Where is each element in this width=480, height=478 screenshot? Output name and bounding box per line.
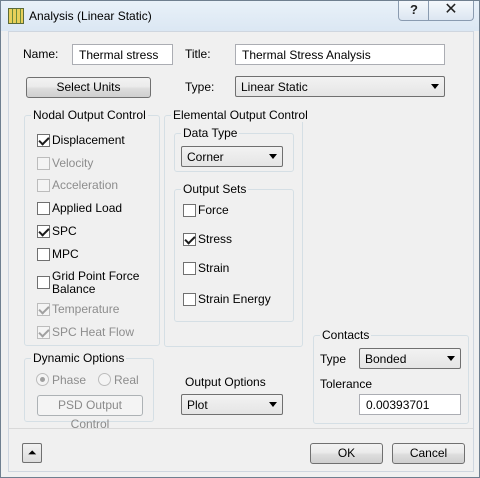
close-button[interactable]: ✕ bbox=[428, 1, 474, 21]
cancel-button[interactable]: Cancel bbox=[392, 443, 465, 464]
chevron-down-icon bbox=[269, 154, 277, 159]
ok-button[interactable]: OK bbox=[310, 443, 383, 464]
displacement-checkbox[interactable] bbox=[37, 134, 50, 147]
contacts-type-dropdown[interactable]: Bonded bbox=[359, 348, 461, 369]
tolerance-label: Tolerance bbox=[320, 377, 373, 391]
contacts-type-label: Type bbox=[320, 352, 347, 366]
title-field[interactable]: Thermal Stress Analysis bbox=[235, 44, 445, 65]
acceleration-checkbox[interactable] bbox=[37, 179, 50, 192]
contacts-label: Contacts bbox=[320, 328, 372, 342]
footer-divider bbox=[9, 428, 473, 429]
output-options-label: Output Options bbox=[185, 375, 266, 389]
force-label: Force bbox=[198, 203, 229, 217]
name-field[interactable]: Thermal stress bbox=[72, 44, 173, 65]
app-icon bbox=[8, 8, 24, 24]
spc-heat-flow-label: SPC Heat Flow bbox=[52, 325, 135, 339]
stress-checkbox[interactable] bbox=[183, 233, 196, 246]
name-label: Name: bbox=[23, 47, 59, 61]
phase-label: Phase bbox=[52, 373, 87, 387]
help-button[interactable]: ? bbox=[398, 1, 430, 21]
grid-point-force-label-line2: Balance bbox=[52, 282, 96, 296]
data-type-label: Data Type bbox=[181, 126, 240, 140]
velocity-label: Velocity bbox=[52, 156, 94, 170]
strain-energy-checkbox[interactable] bbox=[183, 293, 196, 306]
applied-load-label: Applied Load bbox=[52, 201, 123, 215]
real-radio[interactable] bbox=[98, 373, 111, 386]
tolerance-field[interactable]: 0.00393701 bbox=[359, 394, 461, 415]
force-checkbox[interactable] bbox=[183, 204, 196, 217]
displacement-label: Displacement bbox=[52, 133, 125, 147]
applied-load-checkbox[interactable] bbox=[37, 202, 50, 215]
output-sets-label: Output Sets bbox=[181, 182, 249, 196]
data-type-dropdown[interactable]: Corner bbox=[181, 146, 283, 167]
velocity-checkbox[interactable] bbox=[37, 157, 50, 170]
grid-point-force-balance-checkbox[interactable] bbox=[37, 276, 50, 289]
mpc-label: MPC bbox=[52, 247, 79, 261]
double-chevron-up-icon[interactable]: ⏶ bbox=[22, 443, 42, 463]
chevron-down-icon bbox=[431, 84, 439, 89]
stress-label: Stress bbox=[198, 232, 233, 246]
analysis-dialog: Analysis (Linear Static) ? ✕ Name: Therm… bbox=[0, 0, 480, 478]
window-title: Analysis (Linear Static) bbox=[29, 9, 152, 23]
grid-point-force-label-line1: Grid Point Force bbox=[52, 269, 140, 283]
select-units-button[interactable]: Select Units bbox=[26, 77, 151, 98]
dialog-body: Name: Thermal stress Title: Thermal Stre… bbox=[8, 31, 474, 472]
elemental-output-control-label: Elemental Output Control bbox=[171, 108, 310, 122]
chevron-down-icon bbox=[269, 402, 277, 407]
strain-energy-label: Strain Energy bbox=[198, 292, 271, 306]
output-options-dropdown[interactable]: Plot bbox=[181, 394, 283, 415]
real-label: Real bbox=[114, 373, 139, 387]
chevron-down-icon bbox=[447, 356, 455, 361]
strain-label: Strain bbox=[198, 261, 230, 275]
spc-heat-flow-checkbox[interactable] bbox=[37, 326, 50, 339]
type-label: Type: bbox=[185, 80, 215, 94]
temperature-checkbox[interactable] bbox=[37, 303, 50, 316]
output-options-value: Plot bbox=[187, 398, 208, 412]
dynamic-options-label: Dynamic Options bbox=[31, 351, 127, 365]
phase-radio[interactable] bbox=[36, 373, 49, 386]
contacts-type-value: Bonded bbox=[365, 352, 407, 366]
type-dropdown[interactable]: Linear Static bbox=[235, 76, 445, 97]
strain-checkbox[interactable] bbox=[183, 262, 196, 275]
nodal-output-control-label: Nodal Output Control bbox=[31, 108, 148, 122]
title-label: Title: bbox=[185, 47, 211, 61]
spc-checkbox[interactable] bbox=[37, 225, 50, 238]
psd-output-control-button[interactable]: PSD Output Control bbox=[37, 395, 143, 431]
type-dropdown-value: Linear Static bbox=[241, 80, 308, 94]
temperature-label: Temperature bbox=[52, 302, 120, 316]
mpc-checkbox[interactable] bbox=[37, 248, 50, 261]
title-bar: Analysis (Linear Static) ? ✕ bbox=[1, 1, 479, 31]
spc-label: SPC bbox=[52, 224, 77, 238]
data-type-value: Corner bbox=[187, 150, 224, 164]
acceleration-label: Acceleration bbox=[52, 178, 119, 192]
